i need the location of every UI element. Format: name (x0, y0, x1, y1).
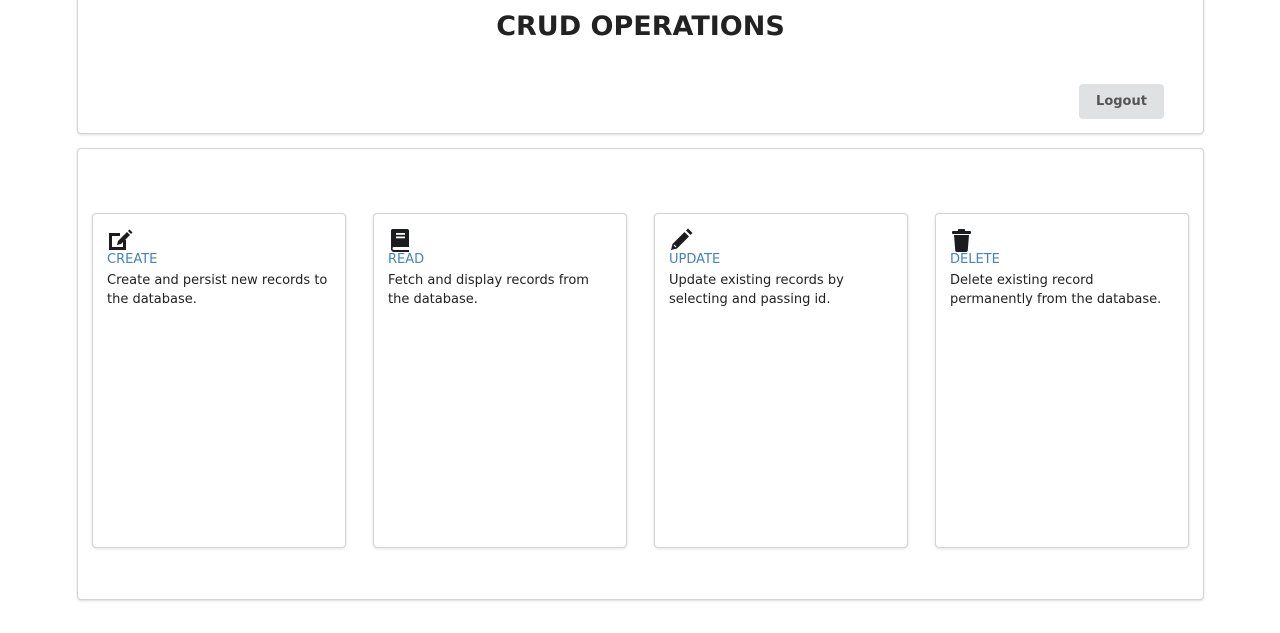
edit-icon (107, 228, 133, 252)
pencil-icon (669, 228, 695, 252)
card-description: Create and persist new records to the da… (107, 273, 328, 307)
header-segment: CRUD OPERATIONS Logout (77, 0, 1204, 134)
card-title: READ (388, 252, 425, 267)
page-title: CRUD OPERATIONS (496, 11, 785, 42)
card-update[interactable]: UPDATE Update existing records by select… (654, 213, 908, 548)
operations-segment: CREATE Create and persist new records to… (77, 148, 1204, 600)
card-title: CREATE (107, 252, 158, 267)
card-title: DELETE (950, 252, 1000, 267)
card-title: UPDATE (669, 252, 721, 267)
card-delete[interactable]: DELETE Delete existing record permanentl… (935, 213, 1189, 548)
card-description: Delete existing record permanently from … (950, 273, 1162, 307)
book-icon (388, 228, 414, 252)
trash-icon (950, 228, 976, 252)
logout-button[interactable]: Logout (1079, 84, 1164, 119)
card-create[interactable]: CREATE Create and persist new records to… (92, 213, 346, 548)
card-read[interactable]: READ Fetch and display records from the … (373, 213, 627, 548)
card-description: Update existing records by selecting and… (669, 273, 844, 307)
card-description: Fetch and display records from the datab… (388, 273, 589, 307)
